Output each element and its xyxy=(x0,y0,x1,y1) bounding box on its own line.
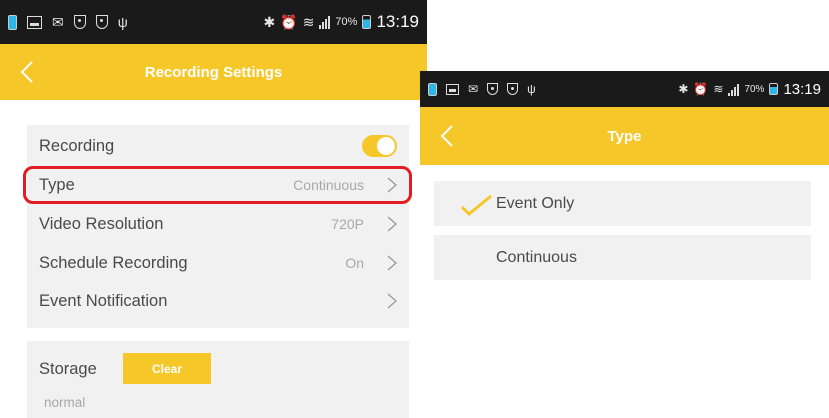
alarm-icon: ⏰ xyxy=(693,82,709,96)
bluetooth-icon: ✱ xyxy=(678,82,689,96)
setting-label: Event Notification xyxy=(39,291,168,310)
bluetooth-icon: ✱ xyxy=(263,14,276,30)
wifi-icon: ≋ xyxy=(713,82,724,96)
signal-icon xyxy=(319,15,331,29)
status-bar: ✉ ψ ✱ ⏰ ≋ 70% 13:19 xyxy=(420,71,829,107)
setting-label: Video Resolution xyxy=(39,214,164,233)
type-option-event-only[interactable]: Event Only xyxy=(434,181,811,226)
page-title: Recording Settings xyxy=(144,63,283,81)
setting-label: Recording xyxy=(39,136,115,155)
battery-charging-icon xyxy=(428,82,437,96)
toggle-knob xyxy=(377,137,395,155)
checkmark-icon xyxy=(458,193,494,217)
chevron-right-icon xyxy=(385,254,399,272)
setting-row-schedule-recording[interactable]: Schedule Recording On xyxy=(27,244,409,282)
setting-row-video-resolution[interactable]: Video Resolution 720P xyxy=(27,205,409,243)
storage-label: Storage xyxy=(39,360,97,378)
app-bar: Recording Settings xyxy=(0,44,427,100)
setting-row-recording[interactable]: Recording xyxy=(27,127,409,165)
setting-value: On xyxy=(345,255,364,271)
usb-icon: ψ xyxy=(117,14,128,30)
chevron-right-icon xyxy=(385,215,399,233)
battery-charging-icon xyxy=(8,14,17,30)
battery-percent: 70% xyxy=(744,83,765,95)
battery-percent: 70% xyxy=(335,16,358,28)
storage-status: normal xyxy=(44,395,86,410)
type-option-continuous[interactable]: Continuous xyxy=(434,235,811,280)
status-bar: ✉ ψ ✱ ⏰ ≋ 70% 13:19 xyxy=(0,0,427,44)
option-label: Continuous xyxy=(496,248,577,266)
type-selection-screen: ✉ ψ ✱ ⏰ ≋ 70% 13:19 Type Event Only Cont… xyxy=(420,71,829,418)
setting-label: Schedule Recording xyxy=(39,253,188,272)
page-title: Type xyxy=(607,127,642,145)
shield-icon xyxy=(73,15,86,29)
type-row-highlight xyxy=(23,166,412,204)
shield-icon xyxy=(95,15,108,29)
shield-icon xyxy=(487,83,499,95)
wifi-icon: ≋ xyxy=(302,14,315,30)
clear-storage-button[interactable]: Clear xyxy=(123,353,211,384)
battery-icon xyxy=(769,83,779,95)
back-icon[interactable] xyxy=(14,58,42,86)
storage-card: Storage Clear normal xyxy=(27,341,409,418)
setting-row-event-notification[interactable]: Event Notification xyxy=(27,282,409,320)
image-icon xyxy=(27,15,42,29)
signal-icon xyxy=(728,82,740,96)
status-time: 13:19 xyxy=(376,12,419,31)
status-time: 13:19 xyxy=(783,80,821,98)
recording-settings-screen: ✉ ψ ✱ ⏰ ≋ 70% 13:19 Recording Settings R… xyxy=(0,0,427,418)
recording-toggle[interactable] xyxy=(362,135,397,157)
back-icon[interactable] xyxy=(434,122,462,150)
chat-icon: ✉ xyxy=(52,14,64,30)
app-bar: Type xyxy=(420,107,829,165)
image-icon xyxy=(446,83,459,95)
shield-icon xyxy=(507,83,519,95)
setting-value: 720P xyxy=(331,216,364,232)
chat-icon: ✉ xyxy=(468,82,479,96)
option-label: Event Only xyxy=(496,194,575,212)
battery-icon xyxy=(362,15,372,29)
chevron-right-icon xyxy=(385,292,399,310)
alarm-icon: ⏰ xyxy=(280,14,298,30)
usb-icon: ψ xyxy=(527,82,536,96)
settings-list: Recording Type Continuous Video Resoluti… xyxy=(27,125,409,328)
